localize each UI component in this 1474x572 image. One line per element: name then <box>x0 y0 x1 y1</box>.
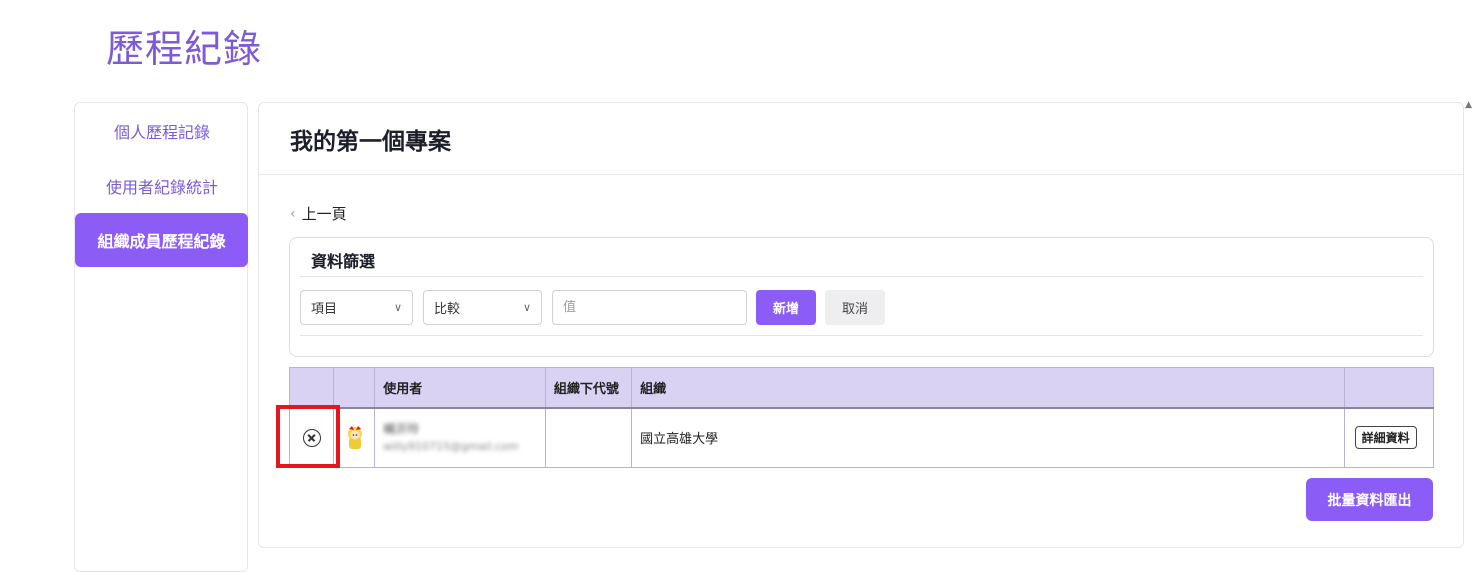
page-title: 歷程紀錄 <box>106 27 263 71</box>
members-table: 使用者 組織下代號 組織 楊沂玲 willy910715@gmail.com 國… <box>288 367 1435 468</box>
detail-button[interactable]: 詳細資料 <box>1354 426 1417 450</box>
chevron-left-icon: ‹ <box>290 205 296 222</box>
chevron-down-icon: ∨ <box>522 301 531 314</box>
user-name: 楊沂玲 <box>383 421 420 436</box>
add-filter-button[interactable]: 新增 <box>756 290 816 325</box>
item-select[interactable]: 項目 ∨ <box>300 290 413 325</box>
column-header-actions <box>1343 367 1435 409</box>
sidebar-item-org-member-history[interactable]: 組織成員歷程紀錄 <box>75 213 248 267</box>
column-header-remove <box>288 367 335 409</box>
actions-cell: 詳細資料 <box>1343 407 1435 468</box>
compare-select[interactable]: 比較 ∨ <box>423 290 542 325</box>
main-panel: 我的第一個專案 ‹ 上一頁 資料篩選 項目 ∨ 比較 ∨ 新增 取消 使用者 組… <box>258 102 1464 548</box>
column-header-user: 使用者 <box>374 367 546 409</box>
table-header-row: 使用者 組織下代號 組織 <box>288 367 1435 409</box>
column-header-org: 組織 <box>631 367 1345 409</box>
cancel-filter-button[interactable]: 取消 <box>825 290 885 325</box>
sidebar-item-personal-history[interactable]: 個人歷程記錄 <box>75 104 249 158</box>
divider <box>300 276 1423 277</box>
back-link[interactable]: ‹ 上一頁 <box>290 203 347 224</box>
org-code-cell <box>544 407 633 468</box>
batch-export-button[interactable]: 批量資料匯出 <box>1306 478 1433 521</box>
item-select-value: 項目 <box>311 302 338 317</box>
compare-select-value: 比較 <box>434 302 461 317</box>
sidebar: 個人歷程記錄 使用者紀錄統計 組織成員歷程紀錄 <box>74 102 248 572</box>
user-email: willy910715@gmail.com <box>383 439 519 453</box>
user-info: 楊沂玲 willy910715@gmail.com <box>383 420 545 456</box>
table-row: 楊沂玲 willy910715@gmail.com 國立高雄大學 詳細資料 <box>288 407 1435 468</box>
remove-cell <box>288 407 335 468</box>
avatar-cell <box>333 407 376 468</box>
back-label: 上一頁 <box>301 205 347 223</box>
filter-box: 資料篩選 項目 ∨ 比較 ∨ 新增 取消 <box>289 237 1434 357</box>
column-header-org-code: 組織下代號 <box>544 367 633 409</box>
org-cell: 國立高雄大學 <box>631 407 1345 468</box>
remove-circle-icon[interactable] <box>302 428 321 447</box>
chevron-down-icon: ∨ <box>393 301 402 314</box>
scroll-up-arrow[interactable]: ▲ <box>1465 100 1472 110</box>
value-input[interactable] <box>552 290 747 325</box>
sidebar-item-user-stats[interactable]: 使用者紀錄統計 <box>75 159 249 213</box>
panel-header: 我的第一個專案 <box>259 103 1463 175</box>
project-title: 我的第一個專案 <box>290 128 451 155</box>
column-header-avatar <box>333 367 376 409</box>
avatar <box>348 425 363 449</box>
filter-title: 資料篩選 <box>311 252 376 271</box>
divider <box>300 335 1423 336</box>
user-cell: 楊沂玲 willy910715@gmail.com <box>374 407 546 468</box>
